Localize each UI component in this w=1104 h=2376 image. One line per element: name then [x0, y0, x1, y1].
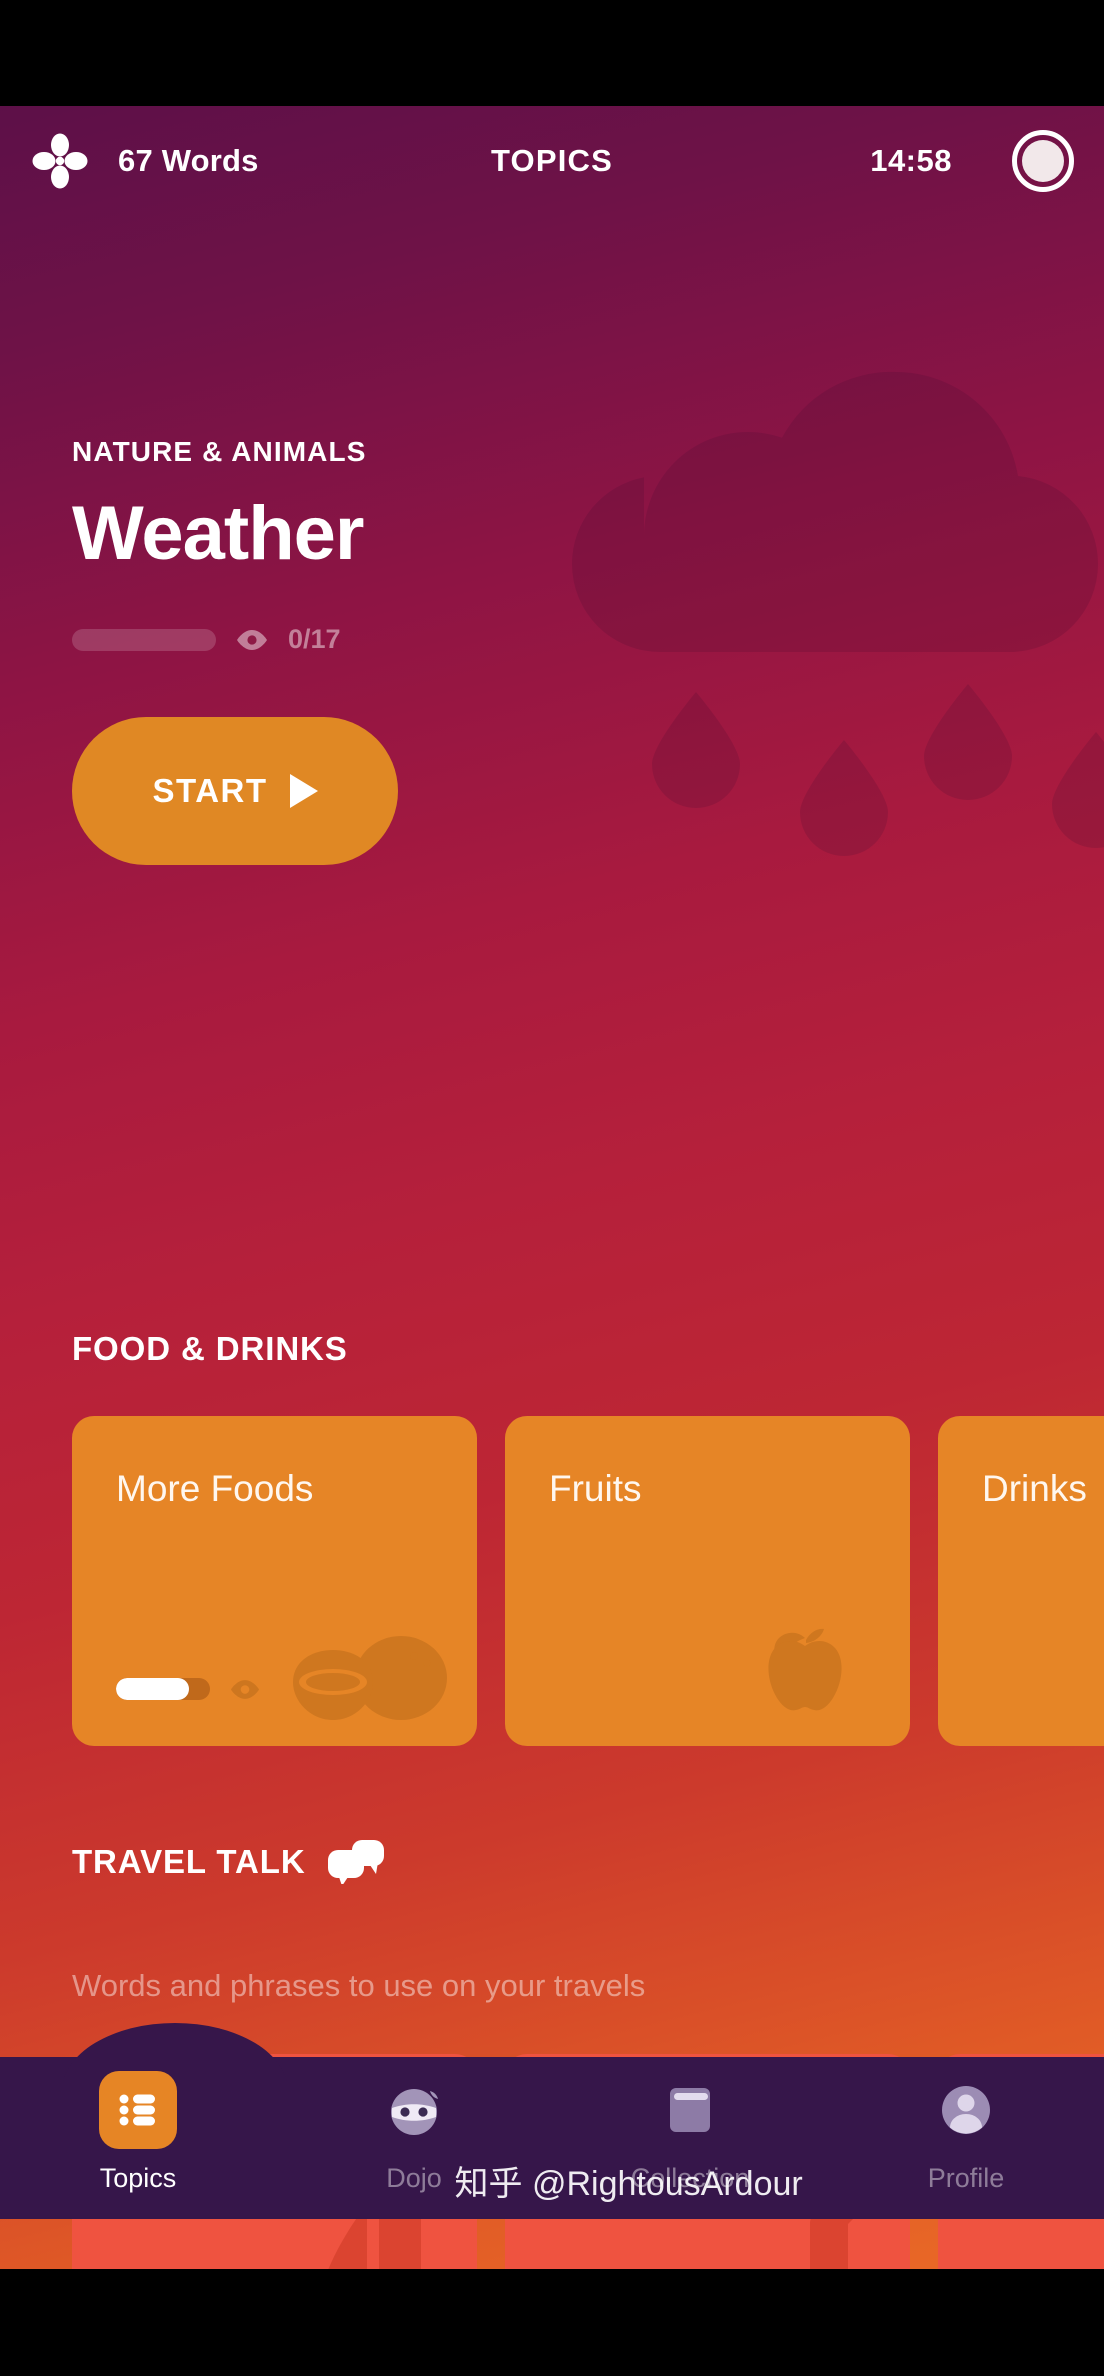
- topic-card-progress-fill: [116, 1678, 190, 1700]
- section-subtitle: Words and phrases to use on your travels: [72, 1968, 646, 2003]
- eye-icon: [237, 629, 267, 650]
- featured-topic[interactable]: NATURE & ANIMALS Weather 0/17 START: [72, 436, 832, 865]
- clock-label: 14:58: [870, 143, 952, 178]
- nav-item-topics[interactable]: Topics: [0, 2057, 276, 2194]
- section-heading-label: TRAVEL TALK: [72, 1843, 306, 1880]
- featured-title: Weather: [72, 491, 364, 576]
- nav-item-label: Collection: [630, 2163, 750, 2193]
- eye-icon: [230, 1679, 260, 1699]
- apple-icon: [768, 1628, 842, 1711]
- ninja-icon: [375, 2071, 453, 2149]
- home-indicator-bar: [0, 2326, 1104, 2376]
- nav-item-label: Profile: [927, 2163, 1005, 2193]
- book-icon: [651, 2071, 729, 2149]
- nav-item-dojo[interactable]: Dojo: [276, 2057, 552, 2194]
- avatar[interactable]: [1012, 130, 1074, 192]
- featured-category-label: NATURE & ANIMALS: [72, 436, 367, 467]
- featured-progress-row: 0/17: [72, 624, 832, 655]
- play-icon: [289, 774, 318, 808]
- card-row-food[interactable]: More Foods Fruits Drinks: [0, 1416, 1104, 1746]
- featured-progress-bar: [72, 628, 216, 651]
- coconut-icon: [293, 1636, 447, 1720]
- screen-content: 67 Words TOPICS 14:58 NATURE & ANIMALS W…: [0, 106, 1104, 2269]
- app-screen: 67 Words TOPICS 14:58 NATURE & ANIMALS W…: [0, 0, 1104, 2376]
- speech-bubbles-icon: [327, 1840, 384, 1884]
- topic-card[interactable]: More Foods: [72, 1416, 477, 1746]
- person-icon: [927, 2071, 1005, 2149]
- nav-item-profile[interactable]: Profile: [828, 2057, 1104, 2194]
- bottom-navigation: Topics Dojo Collection Profile: [0, 2023, 1104, 2219]
- nav-item-label: Topics: [99, 2163, 177, 2193]
- topic-card-title: Fruits: [549, 1468, 642, 1509]
- app-header: 67 Words TOPICS 14:58: [0, 106, 1104, 216]
- section-heading-travel: TRAVEL TALK: [72, 1840, 384, 1884]
- list-icon: [99, 2071, 177, 2149]
- topic-card[interactable]: Fruits: [505, 1416, 910, 1746]
- topic-card-progress-row: [116, 1678, 260, 1700]
- avatar-inner: [1022, 140, 1064, 182]
- status-bar-black: [0, 0, 1104, 106]
- nav-item-label: Dojo: [386, 2163, 442, 2193]
- topic-card-title: Drinks: [982, 1468, 1087, 1509]
- start-button[interactable]: START: [72, 717, 398, 865]
- start-button-label: START: [152, 772, 268, 809]
- topic-card-title: More Foods: [116, 1468, 314, 1509]
- nav-item-collection[interactable]: Collection: [552, 2057, 828, 2194]
- featured-progress-count: 0/17: [288, 624, 341, 654]
- section-heading-food: FOOD & DRINKS: [72, 1330, 348, 1368]
- topic-card-progress-bar: [116, 1678, 210, 1700]
- topic-card[interactable]: Drinks: [938, 1416, 1104, 1746]
- section-heading-label: FOOD & DRINKS: [72, 1330, 348, 1367]
